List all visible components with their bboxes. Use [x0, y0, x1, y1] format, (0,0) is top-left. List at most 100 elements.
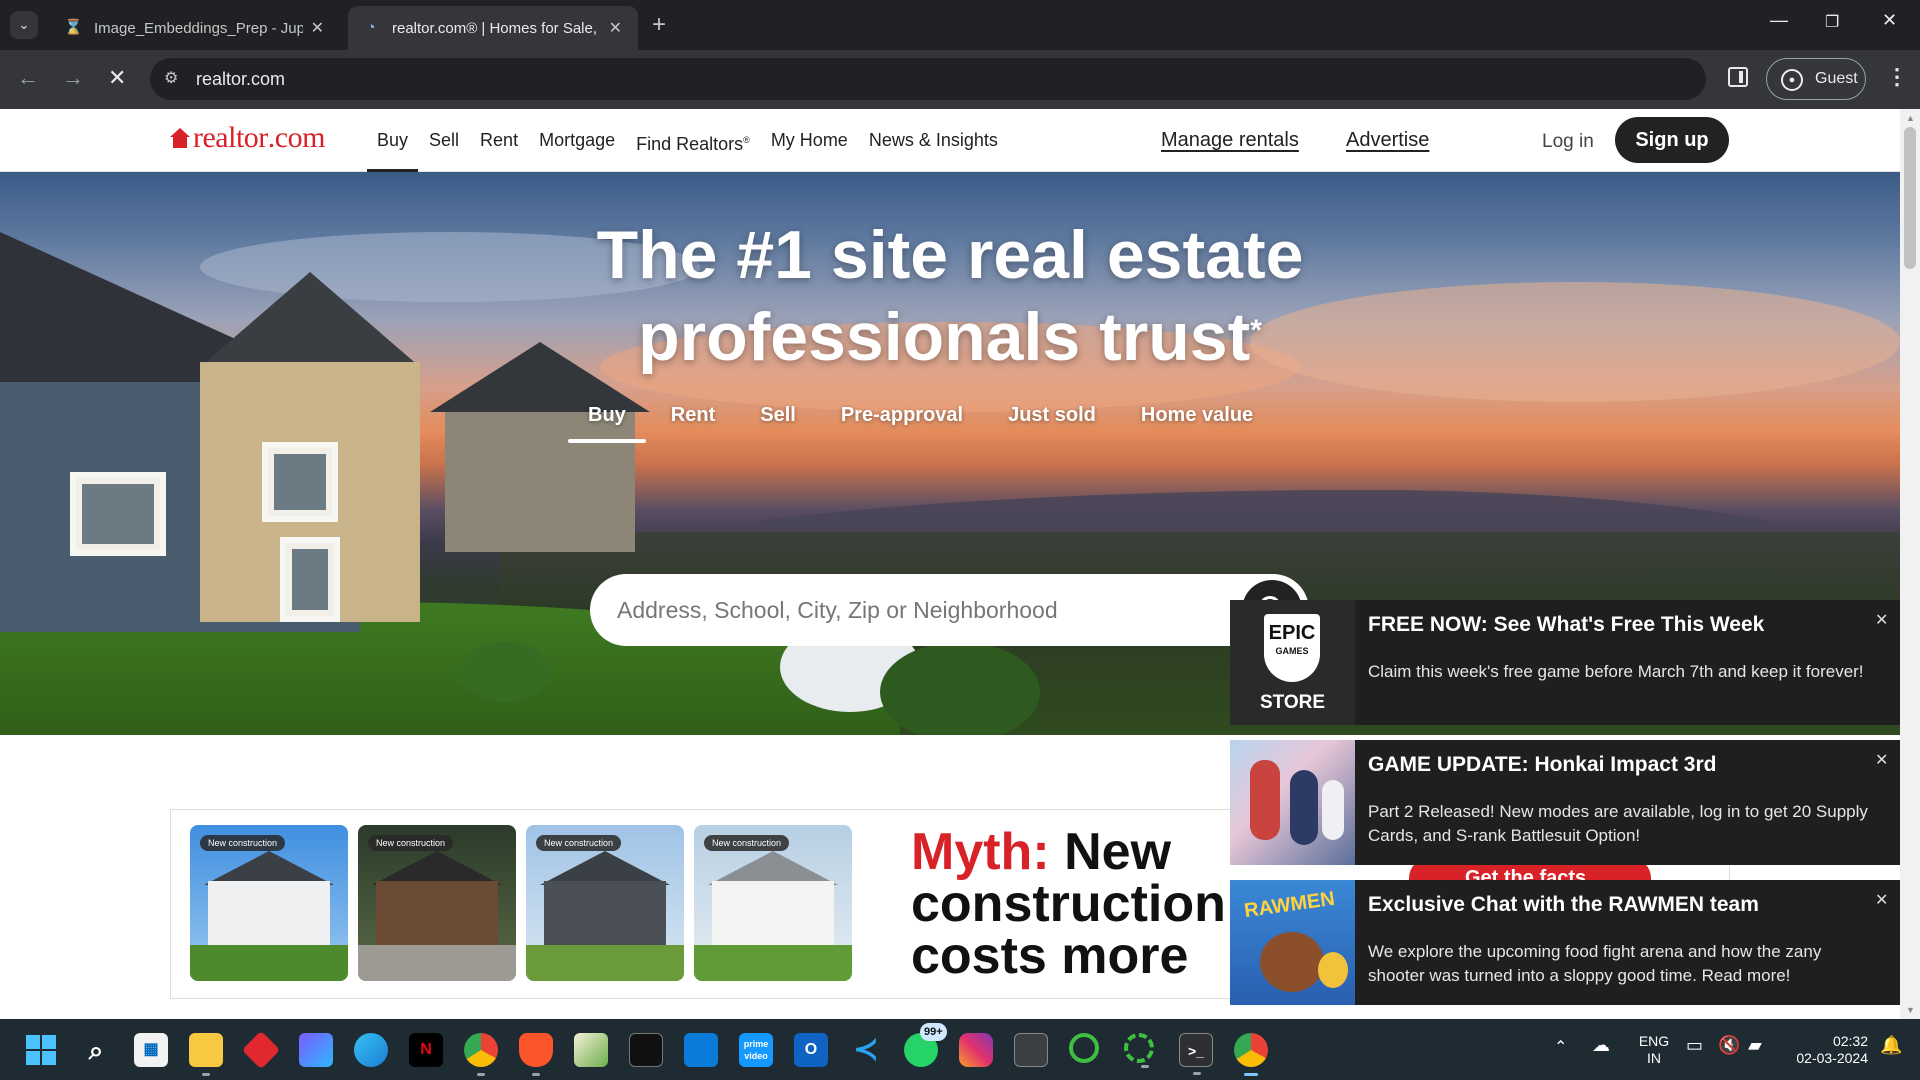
notification-title: Exclusive Chat with the RAWMEN team — [1368, 893, 1759, 916]
nav-mortgage[interactable]: Mortgage — [539, 109, 615, 172]
notification-card[interactable]: RAWMEN Exclusive Chat with the RAWMEN te… — [1230, 880, 1900, 1005]
green-ring-icon[interactable] — [1124, 1033, 1154, 1068]
search-tab-buy[interactable]: Buy — [568, 397, 646, 443]
show-hidden-icons-icon[interactable]: ⌃ — [1554, 1039, 1567, 1056]
chrome-active-icon[interactable] — [1224, 1025, 1278, 1076]
clock-date: 02-03-2024 — [1796, 1050, 1868, 1066]
notification-title: FREE NOW: See What's Free This Week — [1368, 613, 1765, 636]
notification-body: Claim this week's free game before March… — [1368, 662, 1864, 681]
location-search-input[interactable] — [617, 597, 1217, 624]
realtor-logo[interactable]: realtor .com — [170, 121, 325, 155]
loading-spinner-icon: ◔ — [366, 19, 376, 36]
art-figure — [1260, 932, 1324, 992]
brave-icon[interactable] — [519, 1033, 553, 1076]
advertise-link[interactable]: Advertise — [1346, 129, 1429, 152]
epic-logo-shield: EPIC GAMES — [1264, 614, 1320, 682]
red-app-icon[interactable] — [241, 1030, 281, 1070]
whatsapp-icon[interactable]: 99+ — [904, 1023, 947, 1067]
notification-card[interactable]: GAME UPDATE: Honkai Impact 3rd Part 2 Re… — [1230, 740, 1900, 865]
close-icon[interactable]: ✕ — [1875, 610, 1888, 630]
web-page: realtor .com Buy Sell Rent Mortgage Find … — [0, 109, 1900, 1019]
nav-news-insights[interactable]: News & Insights — [869, 109, 998, 172]
battery-icon[interactable]: ▰ — [1748, 1036, 1762, 1054]
stop-loading-icon[interactable]: ✕ — [108, 66, 126, 90]
copilot-icon[interactable] — [299, 1033, 333, 1067]
main-nav: Buy Sell Rent Mortgage Find Realtors® My… — [366, 109, 1019, 172]
app-window-icon[interactable] — [1014, 1033, 1048, 1067]
more-menu-icon[interactable]: ⋮ — [1886, 64, 1908, 90]
close-tab-icon[interactable]: ✕ — [609, 18, 622, 38]
green-ring-icon[interactable] — [1069, 1033, 1099, 1063]
windows-start-icon[interactable] — [24, 1033, 58, 1067]
art-figure — [1250, 760, 1280, 840]
instagram-icon[interactable] — [959, 1033, 993, 1067]
tab-realtor[interactable]: ◔ realtor.com® | Homes for Sale, ✕ — [348, 6, 638, 50]
prime-video-icon[interactable]: prime video — [739, 1033, 773, 1067]
console-icon[interactable]: >_ — [1179, 1033, 1213, 1075]
clock[interactable]: 02:32 02-03-2024 — [1786, 1033, 1868, 1067]
volume-muted-icon[interactable]: 🔇 — [1718, 1036, 1740, 1054]
close-icon[interactable]: ✕ — [1875, 890, 1888, 910]
signup-button[interactable]: Sign up — [1615, 117, 1729, 163]
close-icon[interactable]: ✕ — [1875, 750, 1888, 770]
site-header: realtor .com Buy Sell Rent Mortgage Find … — [0, 109, 1900, 172]
scroll-up-icon[interactable]: ▲ — [1906, 113, 1915, 123]
roof-shape — [204, 851, 334, 885]
nav-rent[interactable]: Rent — [480, 109, 518, 172]
onedrive-icon[interactable]: ☁ — [1592, 1036, 1610, 1054]
nav-find-realtors[interactable]: Find Realtors® — [636, 109, 750, 172]
person-icon: ● — [1781, 69, 1803, 91]
nav-sell[interactable]: Sell — [429, 109, 459, 172]
side-panel-icon[interactable] — [1728, 67, 1748, 87]
scrollbar-thumb[interactable] — [1904, 127, 1916, 269]
scroll-down-icon[interactable]: ▼ — [1906, 1005, 1915, 1015]
outlook-icon[interactable]: O — [794, 1033, 828, 1067]
search-tab-pre-approval[interactable]: Pre-approval — [841, 397, 963, 443]
house-logo-icon — [170, 128, 190, 148]
back-icon[interactable]: ← — [17, 66, 39, 90]
vscode-icon[interactable]: ≺ — [849, 1033, 883, 1067]
microsoft-store-icon[interactable] — [684, 1033, 718, 1067]
netflix-icon[interactable]: N — [409, 1033, 443, 1067]
search-icon[interactable]: ⌕ — [79, 1033, 113, 1067]
notification-card[interactable]: EPIC GAMES STORE FREE NOW: See What's Fr… — [1230, 600, 1900, 725]
search-tab-home-value[interactable]: Home value — [1141, 397, 1253, 443]
window-shape — [280, 537, 340, 622]
manage-rentals-link[interactable]: Manage rentals — [1161, 129, 1299, 152]
close-tab-icon[interactable]: ✕ — [311, 18, 324, 38]
registered-mark: ® — [743, 135, 750, 145]
language-indicator[interactable]: ENG IN — [1634, 1033, 1674, 1067]
notification-bell-icon[interactable]: 🔔 — [1880, 1036, 1902, 1054]
minimize-icon[interactable]: — — [1770, 10, 1788, 31]
file-explorer-icon[interactable] — [189, 1033, 223, 1076]
new-tab-button[interactable]: + — [652, 12, 666, 38]
close-window-icon[interactable]: ✕ — [1882, 10, 1897, 31]
tab-search-button[interactable]: ⌄ — [10, 11, 38, 39]
tab-jupyter[interactable]: ⌛ Image_Embeddings_Prep - Jupy ✕ — [50, 6, 340, 50]
forward-icon[interactable]: → — [62, 66, 84, 90]
search-tab-rent[interactable]: Rent — [671, 397, 715, 443]
widgets-icon[interactable]: ▦ — [134, 1033, 168, 1067]
photos-icon[interactable] — [574, 1033, 608, 1067]
restore-icon[interactable]: ❐ — [1825, 12, 1839, 32]
search-tab-just-sold[interactable]: Just sold — [1008, 397, 1096, 443]
chrome-icon[interactable] — [464, 1033, 498, 1076]
network-icon[interactable]: ▭ — [1686, 1036, 1703, 1054]
profile-button[interactable]: ● Guest — [1766, 58, 1866, 100]
nav-buy[interactable]: Buy — [366, 109, 419, 172]
address-bar[interactable]: ⚙ realtor.com — [150, 58, 1706, 100]
terminal-icon[interactable] — [629, 1033, 663, 1067]
search-tab-sell[interactable]: Sell — [760, 397, 796, 443]
roof-shape — [540, 851, 670, 885]
grass-shape — [526, 945, 684, 981]
edge-icon[interactable] — [354, 1033, 388, 1067]
start-logo-pane — [42, 1035, 56, 1049]
running-indicator — [1193, 1072, 1201, 1075]
grass-shape — [190, 945, 348, 981]
login-link[interactable]: Log in — [1542, 131, 1594, 153]
page-scrollbar[interactable]: ▲ ▼ — [1900, 109, 1920, 1019]
myth-line1: New — [1064, 826, 1172, 881]
nav-my-home[interactable]: My Home — [771, 109, 848, 172]
running-indicator — [1141, 1065, 1149, 1068]
site-info-icon[interactable]: ⚙ — [164, 58, 178, 100]
